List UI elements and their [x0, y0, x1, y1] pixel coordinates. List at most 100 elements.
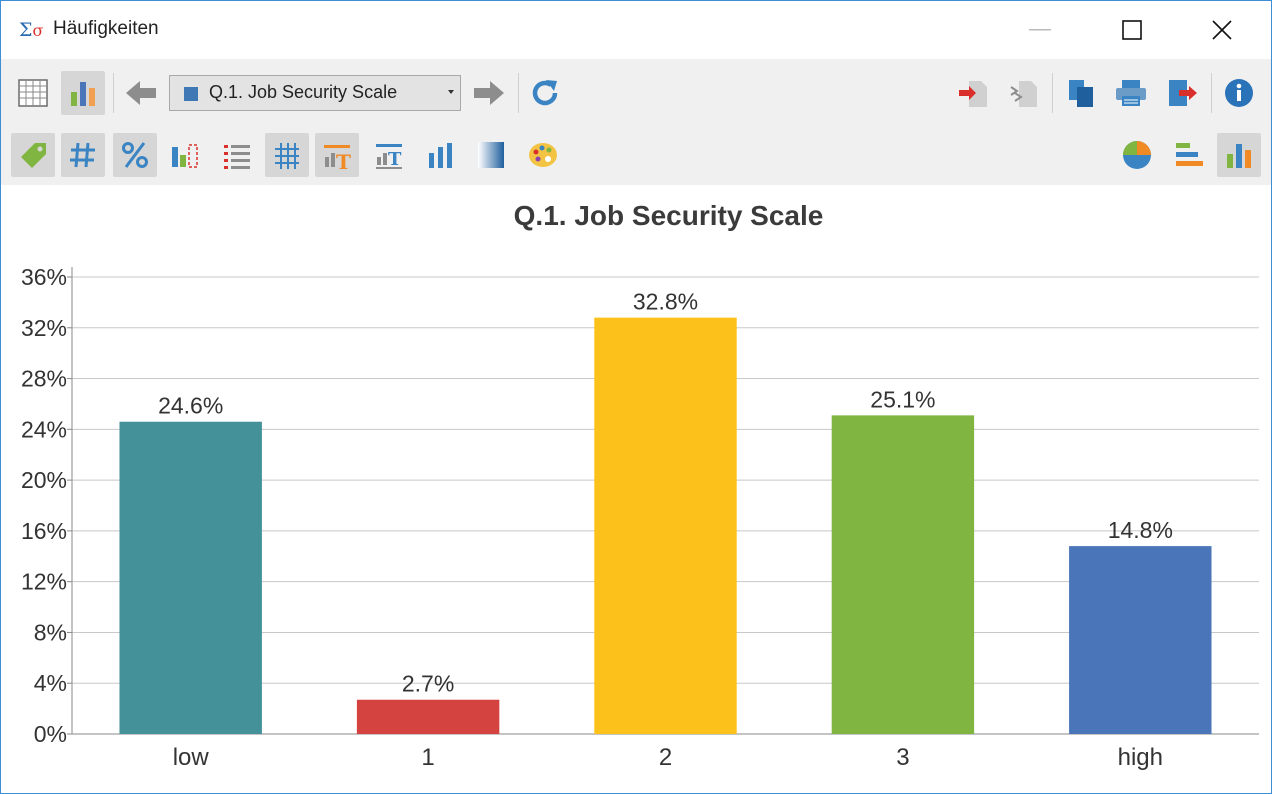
maximize-button[interactable]: [1109, 13, 1155, 47]
horizontal-bar-icon: [1176, 143, 1203, 166]
data-labels-button[interactable]: T: [315, 133, 359, 177]
y-tick-label: 12%: [21, 569, 67, 595]
export-button[interactable]: [1001, 71, 1045, 115]
y-tick-label: 24%: [21, 416, 67, 442]
window-title: Häufigkeiten: [53, 18, 159, 39]
svg-text:T: T: [388, 149, 402, 170]
bar: [831, 415, 975, 734]
palette-icon: [529, 143, 557, 167]
data-label: 25.1%: [870, 386, 935, 412]
chevron-down-icon: [448, 90, 454, 94]
refresh-button[interactable]: [523, 71, 567, 115]
printer-icon: [1116, 80, 1146, 106]
color-palette-button[interactable]: [521, 133, 565, 177]
copy-button[interactable]: [1059, 71, 1103, 115]
table-icon: [18, 79, 48, 107]
vertical-bar-button[interactable]: [1217, 133, 1261, 177]
labels-button[interactable]: [11, 133, 55, 177]
pie-chart-icon: [1123, 141, 1151, 169]
gradient-button[interactable]: [469, 133, 513, 177]
chart-view-button[interactable]: [61, 71, 105, 115]
y-tick-label: 36%: [21, 264, 67, 290]
separator: [518, 73, 519, 113]
minimize-button[interactable]: [1017, 13, 1063, 47]
data-label: 2.7%: [402, 671, 454, 697]
axis-label-icon: T: [376, 144, 402, 170]
svg-text:T: T: [336, 150, 351, 171]
y-tick-label: 16%: [21, 518, 67, 544]
x-tick-label: 1: [421, 744, 434, 771]
missing-values-button[interactable]: [163, 133, 207, 177]
gridlines-button[interactable]: [265, 133, 309, 177]
bar: [1069, 546, 1212, 734]
arrow-right-icon: [474, 81, 504, 105]
y-tick-label: 20%: [21, 467, 67, 493]
maximize-icon: [1122, 20, 1142, 40]
sigma-icon: Σσ: [19, 19, 44, 41]
print-button[interactable]: [1109, 71, 1153, 115]
y-tick-label: 8%: [34, 619, 67, 645]
y-tick-label: 28%: [21, 366, 67, 392]
arrow-left-icon: [126, 81, 156, 105]
data-label: 32.8%: [633, 289, 698, 315]
bar: [356, 699, 500, 734]
import-icon: [959, 81, 987, 107]
bar-chart: Q.1. Job Security Scale 0% 4% 8% 12% 16% 20% 24…: [21, 200, 1259, 771]
next-variable-button[interactable]: [467, 71, 511, 115]
bar: [594, 317, 737, 734]
percent-icon: [122, 142, 148, 168]
info-button[interactable]: [1217, 71, 1261, 115]
y-tick-label: 32%: [21, 315, 67, 341]
chart-options-toolbar: T T: [1, 127, 1271, 185]
bar: [119, 421, 262, 734]
grid-icon: [275, 143, 299, 169]
export-file-button[interactable]: [1161, 71, 1205, 115]
x-tick-label: 2: [659, 744, 672, 771]
main-toolbar: Q.1. Job Security Scale: [1, 59, 1271, 127]
axis-labels-button[interactable]: T: [367, 133, 411, 177]
bar-style-button[interactable]: [419, 133, 463, 177]
percent-button[interactable]: [113, 133, 157, 177]
bar-missing-icon: [172, 144, 198, 168]
title-bar: Σσ Häufigkeiten: [1, 1, 1271, 59]
chart-title: Q.1. Job Security Scale: [514, 200, 824, 231]
horizontal-bar-button[interactable]: [1167, 133, 1211, 177]
refresh-icon: [532, 80, 558, 106]
previous-variable-button[interactable]: [119, 71, 163, 115]
hash-icon: [70, 142, 95, 168]
separator: [113, 73, 114, 113]
variable-select[interactable]: Q.1. Job Security Scale: [169, 75, 461, 111]
export-file-icon: [1169, 80, 1197, 106]
bar-chart-icon: [71, 82, 95, 106]
list-button[interactable]: [215, 133, 259, 177]
data-label: 14.8%: [1108, 517, 1173, 543]
frequencies-window: Σσ Häufigkeiten Q.1. Job Security Scale …: [0, 0, 1272, 794]
y-tick-label: 4%: [34, 670, 67, 696]
x-tick-label: high: [1118, 744, 1163, 771]
vertical-bar-icon: [1227, 144, 1251, 168]
x-tick-label: low: [173, 744, 210, 771]
close-icon: [1212, 20, 1232, 40]
close-button[interactable]: [1199, 13, 1245, 47]
data-label-icon: T: [324, 145, 351, 171]
separator: [1211, 73, 1212, 113]
gradient-icon: [478, 142, 504, 168]
bars-icon: [429, 143, 452, 168]
info-icon: [1225, 79, 1253, 107]
export-icon: [1010, 81, 1037, 107]
chart-panel: Q.1. Job Security Scale 0% 4% 8% 12% 16% 20% 24…: [9, 185, 1269, 785]
variable-select-value: Q.1. Job Security Scale: [209, 82, 398, 102]
import-button[interactable]: [951, 71, 995, 115]
pie-chart-button[interactable]: [1115, 133, 1159, 177]
minimize-icon: [1029, 29, 1051, 31]
data-label: 24.6%: [158, 393, 223, 419]
separator: [1052, 73, 1053, 113]
absolute-values-button[interactable]: [61, 133, 105, 177]
tag-icon: [21, 143, 46, 168]
copy-icon: [1069, 80, 1093, 107]
variable-color-swatch: [184, 87, 198, 101]
list-icon: [224, 145, 250, 169]
x-tick-label: 3: [896, 744, 909, 771]
table-view-button[interactable]: [11, 71, 55, 115]
y-tick-label: 0%: [34, 721, 67, 747]
